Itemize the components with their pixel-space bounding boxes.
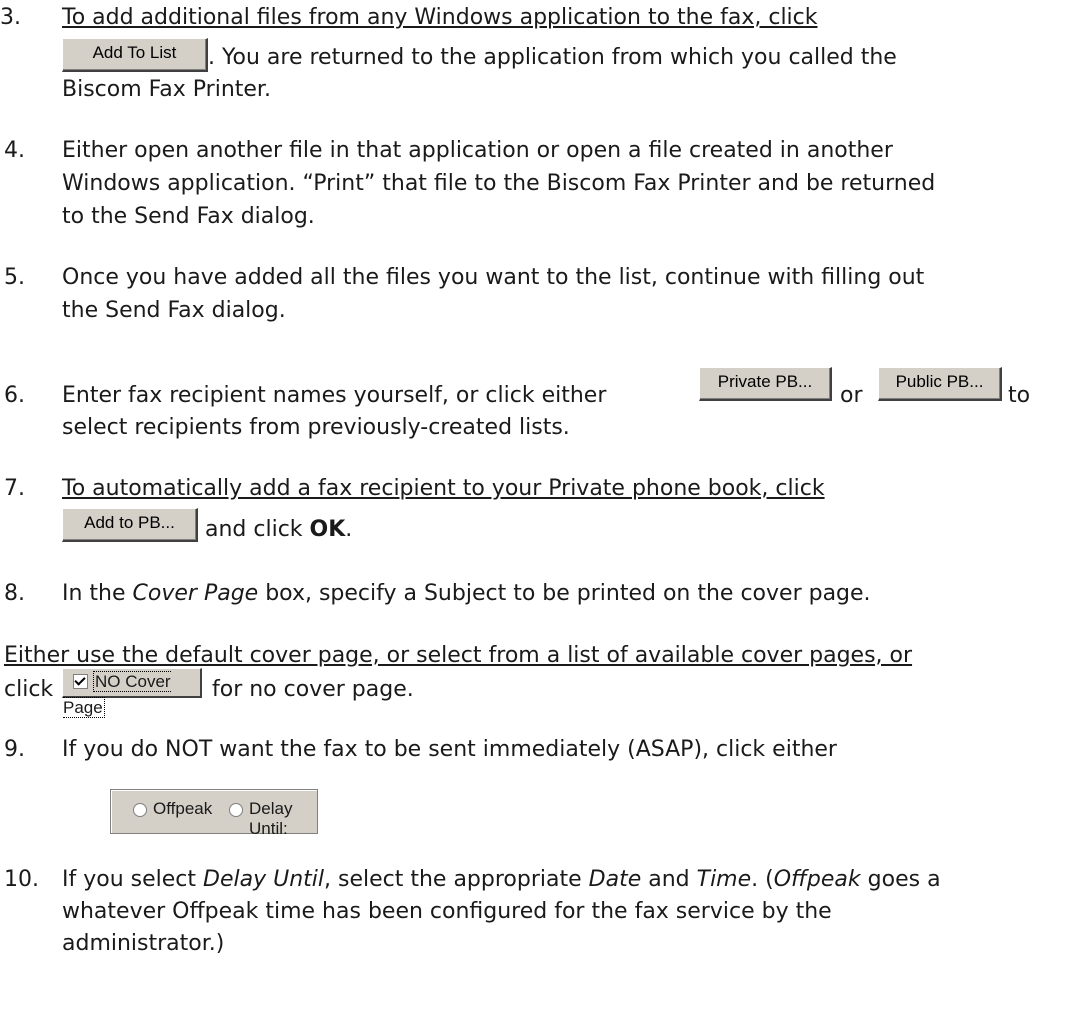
step-9-text: If you do NOT want the fax to be sent im… [62, 737, 837, 762]
step-4-text-line2: Windows application. “Print” that file t… [62, 171, 936, 196]
step-5-number: 5. [4, 265, 25, 290]
public-pb-button[interactable]: Public PB... [878, 367, 1002, 401]
step-6-text-line2: select recipients from previously-create… [62, 415, 570, 440]
step-4-text-line1: Either open another file in that applica… [62, 138, 893, 163]
step-3-text: To add additional files from any Windows… [62, 5, 818, 30]
step-9-number: 9. [4, 737, 25, 762]
step-3-text-line2: . You are returned to the application fr… [208, 45, 897, 70]
checkbox-checked-icon [73, 674, 88, 689]
step-10-number: 10. [4, 867, 39, 892]
offpeak-radio[interactable] [133, 803, 147, 817]
cover-page-paragraph-line1: Either use the default cover page, or se… [4, 643, 913, 668]
step-8-text: In the Cover Page box, specify a Subject… [62, 581, 871, 606]
step-6-text-line1: Enter fax recipient names yourself, or c… [62, 383, 607, 408]
step-6-or: or [840, 383, 863, 408]
cover-page-emphasis: Cover Page [132, 581, 259, 606]
cover-page-paragraph-line2: for no cover page. [212, 677, 414, 702]
delay-until-radio[interactable] [229, 803, 243, 817]
step-5-text-line1: Once you have added all the files you wa… [62, 265, 925, 290]
step-7-text-line2: and click OK. [205, 517, 353, 542]
delay-until-radio-label: Delay Until: [249, 799, 293, 838]
ok-label: OK [309, 517, 346, 542]
no-cover-page-checkbox[interactable]: NO Cover Page [62, 668, 202, 718]
private-pb-button[interactable]: Private PB... [699, 367, 832, 401]
step-7-number: 7. [4, 476, 25, 501]
schedule-radio-group: Offpeak Delay Until: [110, 789, 318, 838]
step-4-text-line3: to the Send Fax dialog. [62, 204, 315, 229]
step-3-text-line3: Biscom Fax Printer. [62, 77, 271, 102]
add-to-list-button[interactable]: Add To List [62, 38, 208, 72]
step-10-text-line2: whatever Offpeak time has been configure… [62, 899, 832, 924]
step-8-number: 8. [4, 581, 25, 606]
step-5-text-line2: the Send Fax dialog. [62, 298, 286, 323]
step-6-number: 6. [4, 383, 25, 408]
step-10-text-line3: administrator.) [62, 931, 225, 956]
offpeak-radio-label: Offpeak [153, 799, 213, 818]
step-6-to: to [1008, 383, 1031, 408]
step-3-number: 3. [0, 5, 21, 30]
add-to-pb-button[interactable]: Add to PB... [62, 508, 198, 542]
step-7-text-line1: To automatically add a fax recipient to … [62, 476, 825, 501]
step-10-text-line1: If you select Delay Until, select the ap… [62, 867, 941, 892]
step-4-number: 4. [4, 138, 25, 163]
cover-page-paragraph-click: click [4, 677, 54, 702]
